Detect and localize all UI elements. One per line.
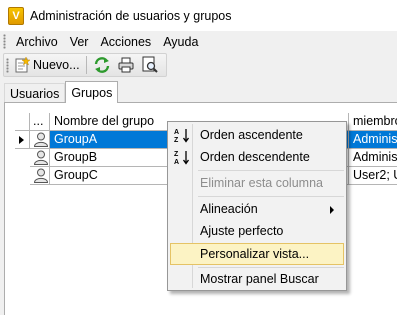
printer-icon [118,57,134,73]
menu-acciones[interactable]: Acciones [94,35,157,49]
user-icon [33,132,49,147]
column-context-menu: A Z Orden ascendente Z A Orden descenden… [167,121,347,291]
row-indicator-cell [15,149,30,167]
group-members-cell[interactable]: Administ [349,149,397,167]
toolbar-grip[interactable] [6,57,9,73]
row-icon-cell [30,131,50,149]
svg-text:A: A [174,129,179,136]
menu-item-label: Alineación [200,202,258,216]
toolbar-group: Nuevo... [3,53,167,77]
column-header-members[interactable]: miembros [349,113,397,131]
menu-item-alignment[interactable]: Alineación [170,198,344,220]
menu-separator [198,196,344,197]
row-icon-cell [30,149,50,167]
refresh-icon [94,57,109,73]
menu-item-sort-descending[interactable]: Z A Orden descendente [170,146,344,168]
menu-item-label: Mostrar panel Buscar [200,272,319,286]
toolbar: Nuevo... [0,52,397,78]
sort-descending-icon: Z A [174,151,190,165]
new-button[interactable]: Nuevo... [11,54,83,76]
print-preview-icon [142,56,158,73]
print-button[interactable] [114,54,138,76]
user-icon [33,150,49,165]
svg-text:Z: Z [174,137,179,143]
app-icon: V [8,6,24,25]
window-title: Administración de usuarios y grupos [30,8,232,23]
svg-text:A: A [174,159,179,165]
group-members-cell[interactable]: Administ [349,131,397,149]
menu-item-remove-column: Eliminar esta columna [170,172,344,194]
user-icon [33,168,49,183]
svg-text:Z: Z [174,151,179,158]
menu-item-customize-view[interactable]: Personalizar vista... [170,243,344,265]
toolbar-separator [85,56,87,74]
row-header-corner [15,113,30,131]
new-document-icon [15,57,30,73]
row-icon-cell [30,167,50,185]
menu-separator [198,170,344,171]
menu-ver[interactable]: Ver [64,35,95,49]
menu-ayuda[interactable]: Ayuda [157,35,204,49]
row-indicator-cell [15,167,30,185]
menu-item-label: Eliminar esta columna [200,176,323,190]
menu-item-label: Orden ascendente [200,128,303,142]
new-button-label: Nuevo... [33,58,80,72]
menu-item-show-search-panel[interactable]: Mostrar panel Buscar [170,268,344,290]
tab-strip: Usuarios Grupos [4,81,119,103]
print-preview-button[interactable] [138,54,162,76]
sort-ascending-icon: A Z [174,129,190,143]
tab-usuarios[interactable]: Usuarios [4,83,66,103]
row-indicator-cell [15,131,30,149]
refresh-button[interactable] [90,54,114,76]
menu-archivo[interactable]: Archivo [10,35,64,49]
menu-item-label: Ajuste perfecto [200,224,284,238]
column-header-options[interactable]: ... [30,113,50,131]
tab-grupos[interactable]: Grupos [65,81,119,103]
title-bar: V Administración de usuarios y grupos [0,0,397,31]
current-row-arrow-icon [19,136,24,144]
menu-bar: Archivo Ver Acciones Ayuda [0,31,397,52]
menu-item-best-fit[interactable]: Ajuste perfecto [170,220,344,242]
menu-item-label: Orden descendente [200,150,310,164]
submenu-arrow-icon [330,206,334,214]
menu-item-label: Personalizar vista... [200,247,310,261]
menu-item-sort-ascending[interactable]: A Z Orden ascendente [170,124,344,146]
menubar-grip[interactable] [3,34,6,49]
group-members-cell[interactable]: User2; Us [349,167,397,185]
